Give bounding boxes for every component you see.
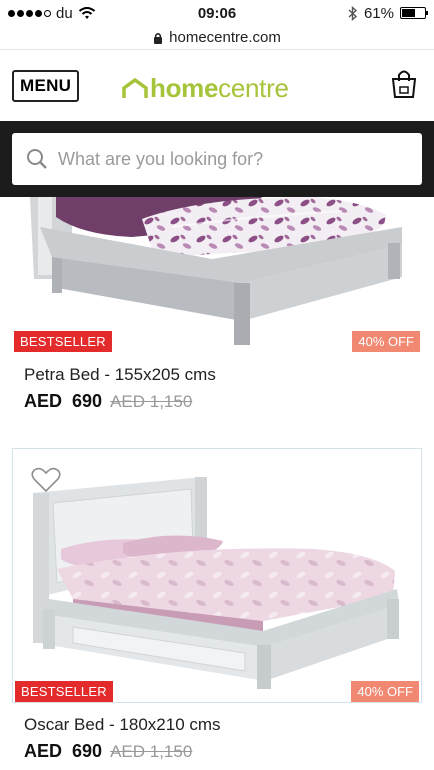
discount-badge: 40% OFF [351, 681, 419, 702]
wifi-icon [78, 6, 95, 19]
price-row: AED 690 AED 1,150 [24, 741, 422, 762]
bed-image [13, 449, 421, 702]
search-band [0, 121, 434, 197]
carrier-label: du [56, 4, 73, 22]
bestseller-badge: BESTSELLER [14, 331, 112, 352]
battery-percent: 61% [363, 4, 394, 22]
house-logo-icon [122, 77, 148, 98]
current-price: AED 690 [24, 741, 103, 761]
current-price: AED 690 [24, 391, 103, 411]
battery-icon [400, 7, 428, 19]
homecentre-logo[interactable]: home centre [122, 73, 289, 104]
product-title[interactable]: Oscar Bed - 180x210 cms [24, 715, 422, 735]
status-right: 61% [348, 4, 428, 22]
signal-strength-icon [8, 9, 51, 17]
menu-button[interactable]: MENU [12, 70, 80, 102]
logo-centre-text: centre [218, 73, 289, 103]
clock: 09:06 [197, 4, 237, 22]
bestseller-badge: BESTSELLER [15, 681, 113, 702]
shopping-bag-icon[interactable] [390, 69, 418, 99]
product-image[interactable]: BESTSELLER 40% OFF [12, 448, 422, 703]
search-icon [27, 149, 47, 169]
original-price: AED 1,150 [110, 742, 193, 761]
browser-url-bar[interactable]: homecentre.com [0, 26, 434, 50]
bed-image [12, 197, 422, 353]
status-bar: du 09:06 61% [0, 0, 434, 26]
wishlist-heart-icon[interactable] [31, 467, 61, 493]
status-left: du [8, 5, 96, 22]
product-card[interactable]: BESTSELLER 40% OFF Oscar Bed - 180x210 c… [12, 448, 422, 762]
url-text: homecentre.com [169, 29, 281, 46]
original-price: AED 1,150 [110, 392, 193, 411]
bluetooth-icon [348, 5, 358, 21]
search-box[interactable] [12, 133, 422, 185]
discount-badge: 40% OFF [352, 331, 420, 352]
search-input[interactable] [58, 148, 388, 170]
site-header: MENU home centre [0, 51, 434, 121]
product-card[interactable]: BESTSELLER 40% OFF Petra Bed - 155x205 c… [12, 197, 422, 412]
product-image[interactable]: BESTSELLER 40% OFF [12, 197, 422, 353]
lock-icon [154, 32, 163, 44]
logo-home-text: home [150, 73, 219, 103]
product-title[interactable]: Petra Bed - 155x205 cms [24, 365, 422, 385]
price-row: AED 690 AED 1,150 [24, 391, 422, 412]
